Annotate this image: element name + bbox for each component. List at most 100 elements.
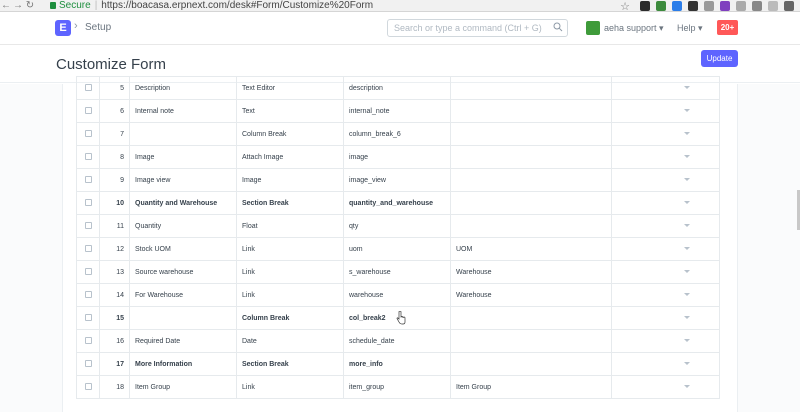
row-actions-cell[interactable] [611, 283, 720, 307]
field-name[interactable]: uom [343, 237, 451, 261]
row-checkbox-cell[interactable] [76, 260, 100, 284]
row-checkbox-cell[interactable] [76, 191, 100, 215]
field-name[interactable]: schedule_date [343, 329, 451, 353]
field-type[interactable]: Section Break [236, 352, 344, 376]
table-row[interactable]: 14 For Warehouse Link warehouse Warehouse [76, 283, 720, 307]
breadcrumb-setup[interactable]: Setup [85, 22, 111, 33]
row-checkbox-cell[interactable] [76, 76, 100, 100]
row-checkbox-cell[interactable] [76, 168, 100, 192]
table-row[interactable]: 17 More Information Section Break more_info [76, 352, 720, 376]
field-type[interactable]: Section Break [236, 191, 344, 215]
chevron-down-icon[interactable] [684, 178, 690, 182]
chevron-down-icon[interactable] [684, 293, 690, 297]
row-checkbox[interactable] [84, 360, 92, 368]
back-icon[interactable]: ← [0, 0, 12, 12]
row-checkbox[interactable] [84, 291, 92, 299]
field-options[interactable]: Warehouse [450, 283, 612, 307]
field-label[interactable]: Stock UOM [129, 237, 237, 261]
row-checkbox[interactable] [84, 153, 92, 161]
avatar[interactable] [586, 21, 600, 35]
update-button[interactable]: Update [701, 50, 738, 67]
extension-icon[interactable] [640, 1, 650, 11]
table-row[interactable]: 13 Source warehouse Link s_warehouse Warehou… [76, 260, 720, 284]
extension-icon[interactable] [752, 1, 762, 11]
extension-icon[interactable] [656, 1, 666, 11]
field-name[interactable]: quantity_and_warehouse [343, 191, 451, 215]
extension-icon[interactable] [768, 1, 778, 11]
extension-icon[interactable] [704, 1, 714, 11]
address-bar[interactable]: https://boacasa.erpnext.com/desk#Form/Cu… [101, 0, 373, 11]
field-name[interactable]: image [343, 145, 451, 169]
extension-icon[interactable] [720, 1, 730, 11]
row-checkbox[interactable] [84, 107, 92, 115]
field-label[interactable] [129, 122, 237, 146]
chevron-down-icon[interactable] [684, 109, 690, 113]
bookmark-star-icon[interactable]: ☆ [620, 0, 630, 13]
chevron-down-icon[interactable] [684, 247, 690, 251]
table-row[interactable]: 7 Column Break column_break_6 [76, 122, 720, 146]
table-row[interactable]: 8 Image Attach Image image [76, 145, 720, 169]
field-options[interactable] [450, 352, 612, 376]
field-type[interactable]: Link [236, 283, 344, 307]
field-name[interactable]: column_break_6 [343, 122, 451, 146]
chevron-down-icon[interactable] [684, 385, 690, 389]
row-checkbox-cell[interactable] [76, 122, 100, 146]
field-type[interactable]: Text [236, 99, 344, 123]
field-type[interactable]: Link [236, 260, 344, 284]
row-checkbox[interactable] [84, 84, 92, 92]
field-name[interactable]: internal_note [343, 99, 451, 123]
field-label[interactable]: Quantity and Warehouse [129, 191, 237, 215]
field-type[interactable]: Link [236, 237, 344, 261]
field-label[interactable]: More Information [129, 352, 237, 376]
chevron-down-icon[interactable] [684, 155, 690, 159]
chevron-down-icon[interactable] [684, 132, 690, 136]
row-actions-cell[interactable] [611, 99, 720, 123]
chevron-down-icon[interactable] [684, 270, 690, 274]
row-checkbox-cell[interactable] [76, 375, 100, 399]
field-type[interactable]: Column Break [236, 306, 344, 330]
field-options[interactable] [450, 99, 612, 123]
chevron-down-icon[interactable] [684, 316, 690, 320]
field-options[interactable] [450, 168, 612, 192]
row-actions-cell[interactable] [611, 76, 720, 100]
field-name[interactable]: warehouse [343, 283, 451, 307]
row-actions-cell[interactable] [611, 168, 720, 192]
field-label[interactable] [129, 306, 237, 330]
row-checkbox[interactable] [84, 130, 92, 138]
row-actions-cell[interactable] [611, 237, 720, 261]
row-checkbox-cell[interactable] [76, 306, 100, 330]
table-row[interactable]: 6 Internal note Text internal_note [76, 99, 720, 123]
field-type[interactable]: Column Break [236, 122, 344, 146]
forward-icon[interactable]: → [12, 0, 24, 12]
chevron-down-icon[interactable] [684, 339, 690, 343]
row-checkbox[interactable] [84, 245, 92, 253]
field-name[interactable]: item_group [343, 375, 451, 399]
field-type[interactable]: Date [236, 329, 344, 353]
field-label[interactable]: Source warehouse [129, 260, 237, 284]
field-options[interactable] [450, 122, 612, 146]
field-options[interactable] [450, 145, 612, 169]
row-checkbox-cell[interactable] [76, 214, 100, 238]
row-checkbox-cell[interactable] [76, 145, 100, 169]
row-checkbox-cell[interactable] [76, 329, 100, 353]
field-options[interactable] [450, 306, 612, 330]
row-checkbox[interactable] [84, 383, 92, 391]
row-checkbox[interactable] [84, 337, 92, 345]
field-options[interactable] [450, 76, 612, 100]
row-checkbox[interactable] [84, 268, 92, 276]
field-name[interactable]: image_view [343, 168, 451, 192]
extension-icon[interactable] [736, 1, 746, 11]
row-actions-cell[interactable] [611, 329, 720, 353]
field-options[interactable] [450, 214, 612, 238]
field-options[interactable]: Item Group [450, 375, 612, 399]
field-label[interactable]: Quantity [129, 214, 237, 238]
row-actions-cell[interactable] [611, 191, 720, 215]
field-name[interactable]: qty [343, 214, 451, 238]
field-options[interactable] [450, 329, 612, 353]
row-checkbox-cell[interactable] [76, 237, 100, 261]
chevron-down-icon[interactable] [684, 362, 690, 366]
help-menu[interactable]: Help ▾ [677, 23, 703, 34]
field-label[interactable]: Image [129, 145, 237, 169]
chevron-down-icon[interactable] [684, 224, 690, 228]
menu-icon[interactable] [784, 1, 794, 11]
